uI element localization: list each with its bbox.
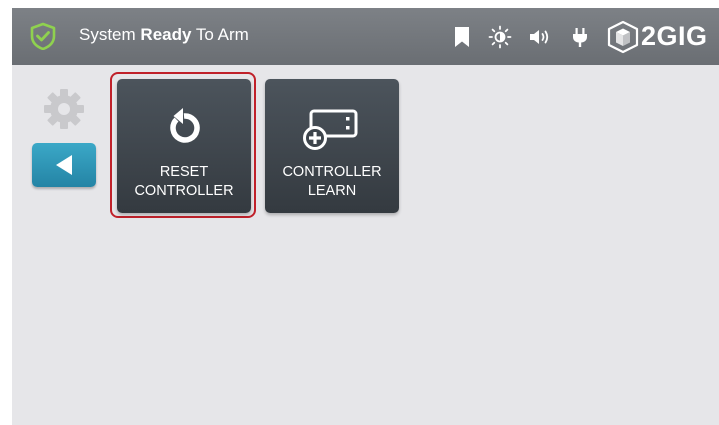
power-plug-icon[interactable] bbox=[568, 25, 592, 49]
panel-screen: System Ready To Arm 2GIG RESET CONTROLLE… bbox=[12, 8, 719, 425]
status-suffix: To Arm bbox=[195, 25, 249, 44]
gear-icon[interactable] bbox=[42, 87, 86, 131]
tile-label-line1: RESET bbox=[159, 164, 209, 180]
logo-text: 2GIG bbox=[641, 21, 708, 51]
back-arrow-icon bbox=[56, 155, 72, 175]
tile-label-line2: LEARN bbox=[307, 183, 357, 199]
volume-icon[interactable] bbox=[528, 25, 552, 49]
brand-logo: 2GIG bbox=[606, 17, 710, 57]
shield-check-icon[interactable] bbox=[30, 22, 56, 50]
controller-learn-tile[interactable]: CONTROLLER LEARN bbox=[265, 79, 399, 213]
tile-label-line2: CONTROLLER bbox=[134, 183, 234, 199]
status-ready: Ready bbox=[140, 25, 192, 44]
reset-controller-tile[interactable]: RESET CONTROLLER bbox=[117, 79, 251, 213]
bookmark-icon[interactable] bbox=[450, 25, 474, 49]
reset-icon bbox=[170, 108, 200, 143]
brightness-icon[interactable] bbox=[488, 25, 512, 49]
back-button[interactable] bbox=[32, 143, 96, 187]
system-status[interactable]: System Ready To Arm bbox=[79, 25, 249, 45]
cube-logo-icon bbox=[607, 20, 639, 54]
status-prefix: System bbox=[79, 25, 136, 44]
tile-label-line1: CONTROLLER bbox=[282, 164, 382, 180]
controller-add-icon bbox=[303, 109, 358, 150]
status-bar: System Ready To Arm 2GIG bbox=[12, 8, 719, 65]
